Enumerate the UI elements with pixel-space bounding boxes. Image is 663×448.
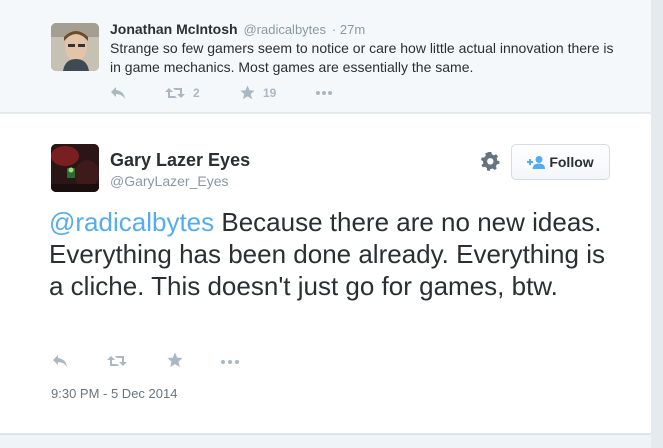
- scrollbar[interactable]: [651, 0, 663, 448]
- author-name[interactable]: Jonathan McIntosh: [110, 21, 238, 37]
- tweet-text: @radicalbytes Because there are no new i…: [49, 206, 619, 302]
- tweet-text: Strange so few gamers seem to notice or …: [110, 40, 614, 75]
- avatar[interactable]: [51, 23, 99, 71]
- star-icon: [240, 85, 255, 100]
- retweet-count: 2: [193, 86, 200, 100]
- favorite-count: 19: [263, 85, 277, 100]
- main-tweet: Gary Lazer Eyes @GaryLazer_Eyes Follow @…: [0, 114, 651, 434]
- favorite-button[interactable]: 19: [240, 85, 276, 100]
- tweet-header: Jonathan McIntosh @radicalbytes · 27m: [110, 21, 365, 37]
- more-button[interactable]: [315, 90, 333, 96]
- follow-label: Follow: [549, 154, 594, 170]
- author-name[interactable]: Gary Lazer Eyes: [110, 150, 250, 171]
- reply-icon: [53, 355, 67, 367]
- author-handle[interactable]: @radicalbytes: [243, 22, 326, 37]
- reply-icon: [111, 87, 125, 99]
- retweet-icon: [165, 88, 185, 98]
- more-icon: [316, 91, 332, 95]
- star-icon: [167, 352, 183, 367]
- favorite-button[interactable]: [167, 352, 183, 368]
- retweet-button[interactable]: 2: [165, 86, 200, 100]
- settings-button[interactable]: [480, 151, 500, 171]
- follow-button[interactable]: Follow: [511, 144, 610, 180]
- parent-tweet: Jonathan McIntosh @radicalbytes · 27m St…: [0, 0, 651, 113]
- tweet-time[interactable]: · 27m: [332, 22, 365, 37]
- mention-link[interactable]: @radicalbytes: [49, 207, 214, 237]
- more-icon: [221, 360, 239, 364]
- retweet-icon: [107, 356, 127, 366]
- add-person-icon: [527, 156, 546, 169]
- avatar[interactable]: [51, 144, 99, 192]
- reply-button[interactable]: [52, 354, 68, 368]
- tweet-timestamp[interactable]: 9:30 PM - 5 Dec 2014: [51, 386, 177, 401]
- reply-button[interactable]: [110, 86, 126, 100]
- gear-icon: [481, 152, 500, 171]
- retweet-button[interactable]: [107, 354, 127, 368]
- author-handle[interactable]: @GaryLazer_Eyes: [110, 173, 228, 189]
- more-button[interactable]: [220, 359, 240, 365]
- reply-box[interactable]: [0, 434, 651, 448]
